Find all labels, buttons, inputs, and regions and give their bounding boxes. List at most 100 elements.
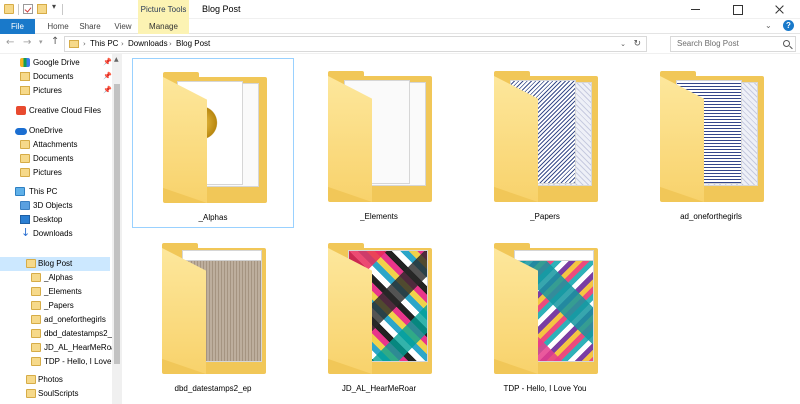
forward-arrow-icon[interactable]: → [23,37,31,48]
nav-item-3d-objects[interactable]: 3D Objects [0,199,110,213]
folder-name: _Elements [360,212,398,221]
creative-cloud-icon [16,106,26,115]
nav-item-downloads[interactable]: Downloads [0,226,110,241]
navigation-pane: Google Drive 📌 Documents 📌 Pictures 📌 Cr… [0,54,122,404]
nav-item-blog-post[interactable]: Blog Post [0,257,110,271]
nav-item-alphas[interactable]: _Alphas [0,271,110,285]
properties-icon[interactable] [23,4,33,14]
navigation-pane-scrollbar[interactable]: ▲ [112,54,122,404]
back-arrow-icon[interactable]: ← [6,37,14,48]
folder-icon [660,71,764,202]
folder-icon [26,375,36,384]
pin-icon: 📌 [103,73,112,80]
desktop-icon [20,215,30,224]
tab-share[interactable]: Share [78,19,102,34]
search-input[interactable]: Search Blog Post [677,37,739,51]
expand-ribbon-chevron-icon[interactable]: ⌄ [765,21,772,30]
folder-icon [20,168,30,177]
tab-view[interactable]: View [112,19,134,34]
nav-item-onedrive[interactable]: OneDrive [0,124,110,138]
minimize-button[interactable] [680,0,710,19]
navigation-bar: ← → ▾ ↑ › This PC › Downloads › Blog Pos… [0,34,800,54]
folder-icon [31,343,41,352]
pin-icon: 📌 [103,87,112,94]
title-bar: ▾ Picture Tools Blog Post [0,0,800,19]
nav-item-tdp-hello-i-love-you[interactable]: TDP - Hello, I Love You [0,355,122,369]
customize-toolbar-chevron-icon[interactable]: ▾ [52,2,56,11]
search-box[interactable]: Search Blog Post [670,36,796,52]
folder-icon [162,243,266,374]
file-list: _Alphas _Elements _Papers ad_oneforthegi… [122,54,800,404]
folder-name: _Papers [530,212,560,221]
nav-item-soulscripts[interactable]: SoulScripts [0,387,110,401]
folder-icon [31,301,41,310]
tab-file[interactable]: File [0,19,35,34]
breadcrumb-separator-icon[interactable]: › [121,37,124,51]
breadcrumb-blog-post[interactable]: Blog Post [176,37,210,51]
nav-item-jd-al-hearmeroar[interactable]: JD_AL_HearMeRoar [0,341,118,355]
folder-name: dbd_datestamps2_ep [174,384,252,393]
nav-item-pictures[interactable]: Pictures 📌 [0,84,112,98]
close-button[interactable] [764,0,794,19]
folder-tile-dbd-datestamps2-ep[interactable]: dbd_datestamps2_ep [132,230,294,400]
breadcrumb-downloads[interactable]: Downloads [128,37,168,51]
scrollbar-thumb[interactable] [114,84,120,364]
folder-icon [69,40,79,48]
ribbon-tabs: File Home Share View Manage ⌄ ? [0,19,800,34]
address-history-chevron-icon[interactable]: ⌄ [620,37,626,51]
folder-name: _Alphas [198,213,228,222]
help-icon[interactable]: ? [783,20,794,31]
folder-tile-papers[interactable]: _Papers [464,58,626,228]
nav-item-elements[interactable]: _Elements [0,285,110,299]
folder-icon [26,259,36,268]
new-folder-icon[interactable] [37,4,47,14]
nav-item-documents[interactable]: Documents 📌 [0,70,112,84]
nav-item-creative-cloud-files[interactable]: Creative Cloud Files [0,104,110,118]
breadcrumb-this-pc[interactable]: This PC [90,37,118,51]
folder-icon [328,71,432,202]
search-icon [783,40,790,47]
scroll-up-arrow-icon[interactable]: ▲ [114,56,119,63]
breadcrumb-separator-icon[interactable]: › [83,37,86,51]
folder-icon [163,72,267,203]
folder-tile-tdp-hello-i-love-you[interactable]: TDP - Hello, I Love You [464,230,626,400]
folder-tile-ad-oneforthegirls[interactable]: ad_oneforthegirls [630,58,792,228]
folder-icon [31,357,41,366]
tab-home[interactable]: Home [44,19,72,34]
folder-icon [26,389,36,398]
refresh-icon[interactable]: ↻ [633,37,641,51]
maximize-button[interactable] [722,0,752,19]
folder-name: TDP - Hello, I Love You [503,384,587,393]
nav-item-ad-oneforthegirls[interactable]: ad_oneforthegirls [0,313,110,327]
address-bar[interactable]: › This PC › Downloads › Blog Post ⌄ ↻ [64,36,647,52]
tab-manage[interactable]: Manage [138,19,189,34]
folder-icon [20,140,30,149]
folder-tile-alphas[interactable]: _Alphas [132,58,294,228]
context-tab-title: Picture Tools [138,0,189,19]
recent-locations-chevron-icon[interactable]: ▾ [39,38,43,46]
nav-item-attachments[interactable]: Attachments [0,138,110,152]
folder-tile-jd-al-hearmeroar[interactable]: JD_AL_HearMeRoar [298,230,460,400]
breadcrumb-separator-icon[interactable]: › [169,37,172,51]
pictures-icon [20,86,30,95]
folder-icon [31,273,41,282]
folder-name: ad_oneforthegirls [680,212,742,221]
nav-item-photos[interactable]: Photos [0,373,110,387]
nav-item-onedrive-documents[interactable]: Documents [0,152,110,166]
onedrive-icon [15,128,27,135]
nav-item-google-drive[interactable]: Google Drive 📌 [0,56,112,70]
folder-icon [31,329,41,338]
nav-item-onedrive-pictures[interactable]: Pictures [0,166,110,180]
nav-item-desktop[interactable]: Desktop [0,213,110,227]
folder-icon [20,154,30,163]
nav-item-dbd-datestamps2-ep[interactable]: dbd_datestamps2_ep [0,327,121,341]
folder-icon [494,71,598,202]
nav-item-papers[interactable]: _Papers [0,299,110,313]
nav-item-this-pc[interactable]: This PC [0,185,110,199]
pin-icon: 📌 [103,59,112,66]
folder-icon [494,243,598,374]
folder-tile-elements[interactable]: _Elements [298,58,460,228]
google-drive-icon [20,58,30,67]
toolbar-divider [62,4,63,15]
up-arrow-icon[interactable]: ↑ [51,36,59,47]
